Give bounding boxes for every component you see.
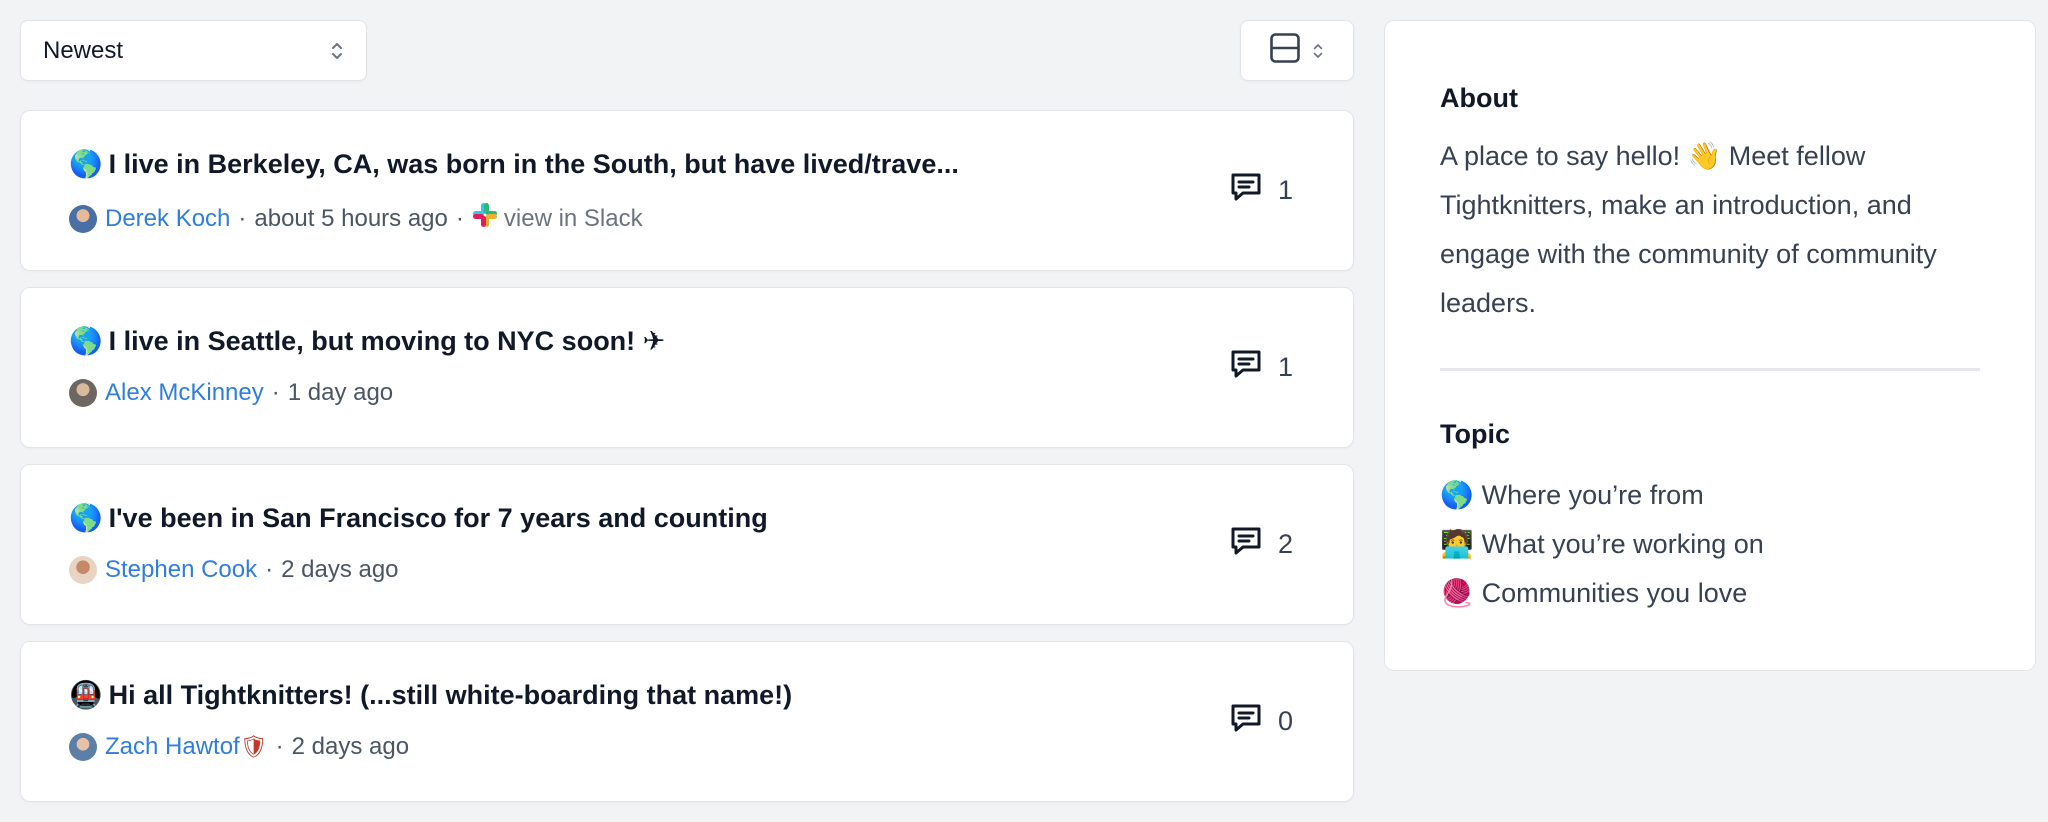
author-link[interactable]: Stephen Cook xyxy=(105,556,257,584)
post-time: 1 day ago xyxy=(287,379,394,406)
sort-dropdown-label: Newest xyxy=(43,36,124,64)
post-card[interactable]: 🚇 Hi all Tightknitters! (...still white-… xyxy=(20,641,1354,802)
comment-count-button[interactable]: 2 xyxy=(1228,523,1293,566)
view-in-slack-link[interactable]: view in Slack xyxy=(472,202,643,235)
comment-count-button[interactable]: 1 xyxy=(1228,169,1293,212)
sort-dropdown[interactable]: Newest xyxy=(20,20,367,81)
comment-count-button[interactable]: 1 xyxy=(1228,346,1293,389)
globe-icon: 🌎 xyxy=(69,326,103,357)
divider xyxy=(1440,368,1980,371)
post-title-text: I live in Berkeley, CA, was born in the … xyxy=(108,148,959,179)
channel-info-sidebar: About A place to say hello! 👋 Meet fello… xyxy=(1384,20,2036,671)
layout-dropdown[interactable] xyxy=(1240,20,1354,81)
post-title[interactable]: 🌎 I live in Berkeley, CA, was born in th… xyxy=(69,148,1093,181)
topic-heading: Topic xyxy=(1440,419,1510,449)
avatar[interactable] xyxy=(69,379,97,407)
avatar[interactable] xyxy=(69,204,97,233)
post-title-text: I've been in San Francisco for 7 years a… xyxy=(108,502,768,533)
author-link[interactable]: Alex McKinney xyxy=(105,379,264,407)
comment-icon xyxy=(1228,346,1264,389)
post-time: about 5 hours ago xyxy=(254,204,448,232)
comment-icon xyxy=(1228,700,1264,743)
globe-icon: 🌎 xyxy=(1440,480,1474,511)
separator: · xyxy=(455,204,464,232)
view-in-slack-label: view in Slack xyxy=(503,204,643,232)
post-title-text: Hi all Tightknitters! (...still white-bo… xyxy=(108,679,793,710)
about-heading: About xyxy=(1440,83,1518,113)
topic-label: Communities you love xyxy=(1481,578,1748,608)
layout-rows-icon xyxy=(1269,32,1301,69)
post-title[interactable]: 🌎 I live in Seattle, but moving to NYC s… xyxy=(69,325,1093,358)
comment-count-button[interactable]: 0 xyxy=(1228,700,1293,743)
topic-list: 🌎 Where you’re from 🧑‍💻 What you’re work… xyxy=(1440,471,1764,618)
comment-count: 2 xyxy=(1277,529,1293,559)
topic-item: 🌎 Where you’re from xyxy=(1440,471,1764,520)
post-time: 2 days ago xyxy=(291,733,410,760)
comment-count: 0 xyxy=(1277,706,1293,736)
separator: · xyxy=(271,379,280,406)
globe-icon: 🌎 xyxy=(69,149,103,180)
comment-icon xyxy=(1228,523,1264,566)
topic-label: What you’re working on xyxy=(1481,529,1764,559)
separator: · xyxy=(275,733,284,760)
shield-icon: 🛡 xyxy=(239,734,268,760)
slack-icon xyxy=(472,202,498,235)
post-card[interactable]: 🌎 I live in Berkeley, CA, was born in th… xyxy=(20,110,1354,271)
post-title[interactable]: 🌎 I've been in San Francisco for 7 years… xyxy=(69,502,1093,535)
post-time: 2 days ago xyxy=(281,556,399,583)
post-card[interactable]: 🌎 I've been in San Francisco for 7 years… xyxy=(20,464,1354,625)
post-meta: Derek Koch · about 5 hours ago · view in… xyxy=(69,202,643,235)
post-card[interactable]: 🌎 I live in Seattle, but moving to NYC s… xyxy=(20,287,1354,448)
technologist-icon: 🧑‍💻 xyxy=(1440,529,1474,560)
chevron-up-down-icon xyxy=(1311,38,1325,64)
post-meta: Stephen Cook · 2 days ago xyxy=(69,556,399,584)
author-link[interactable]: Derek Koch xyxy=(105,205,230,233)
separator: · xyxy=(265,556,274,583)
yarn-icon: 🧶 xyxy=(1440,578,1474,609)
post-title[interactable]: 🚇 Hi all Tightknitters! (...still white-… xyxy=(69,679,1093,712)
avatar[interactable] xyxy=(69,733,97,761)
post-meta: Alex McKinney · 1 day ago xyxy=(69,379,393,407)
globe-icon: 🌎 xyxy=(69,503,103,534)
comment-icon xyxy=(1228,169,1264,212)
comment-count: 1 xyxy=(1277,175,1293,205)
comment-count: 1 xyxy=(1277,352,1293,382)
topic-item: 🧶 Communities you love xyxy=(1440,569,1764,618)
chevron-up-down-icon xyxy=(330,38,344,64)
avatar[interactable] xyxy=(69,556,97,584)
separator: · xyxy=(238,204,247,232)
post-meta: Zach Hawtof 🛡 · 2 days ago xyxy=(69,733,409,761)
topic-item: 🧑‍💻 What you’re working on xyxy=(1440,520,1764,569)
author-link[interactable]: Zach Hawtof xyxy=(105,733,240,761)
metro-icon: 🚇 xyxy=(69,680,103,711)
post-title-text: I live in Seattle, but moving to NYC soo… xyxy=(108,325,666,356)
topic-label: Where you’re from xyxy=(1481,480,1704,510)
about-text: A place to say hello! 👋 Meet fellow Tigh… xyxy=(1440,141,1937,318)
